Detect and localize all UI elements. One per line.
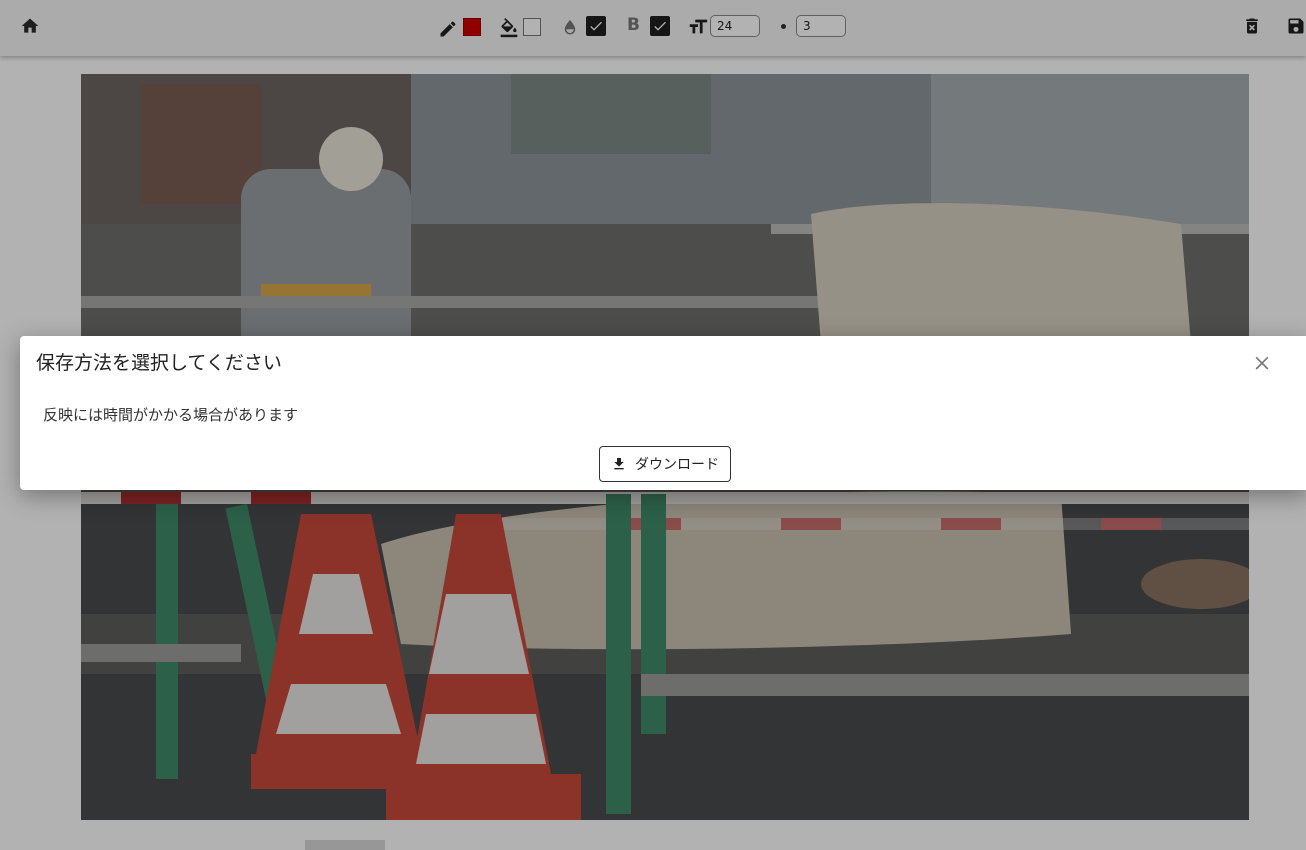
dialog-close-button[interactable] (1252, 352, 1272, 372)
dialog-message: 反映には時間がかかる場合があります (43, 406, 299, 424)
download-icon (614, 458, 624, 470)
dialog-title: 保存方法を選択してください (36, 352, 282, 374)
save-method-dialog: 保存方法を選択してください 反映には時間がかかる場合があります ダウンロード (20, 336, 1306, 490)
download-button[interactable]: ダウンロード (599, 446, 731, 482)
close-icon (1255, 356, 1269, 370)
download-button-label: ダウンロード (635, 457, 719, 473)
